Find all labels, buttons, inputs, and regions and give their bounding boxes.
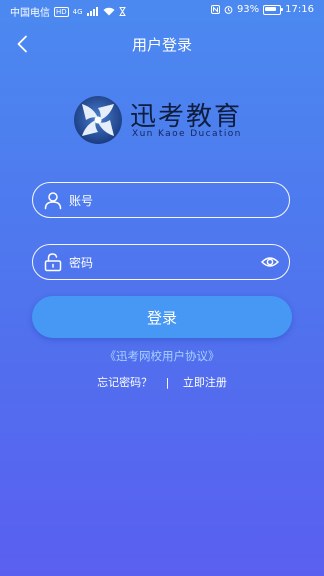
battery-icon [263,4,284,15]
account-field[interactable] [32,182,290,218]
lock-icon [44,253,62,272]
wifi-icon [103,7,115,16]
eye-icon[interactable] [261,254,279,270]
login-button[interactable]: 登录 [32,296,292,338]
status-left: 中国电信 HD 4G [10,4,126,19]
nfc-icon [210,5,220,14]
password-input[interactable] [67,251,261,275]
carrier-label: 中国电信 [10,8,50,19]
alarm-icon [224,6,233,14]
user-agreement-link[interactable]: 《迅考网校用户协议》 [0,348,324,364]
register-link[interactable]: 立即注册 [183,374,227,390]
brand-subtitle: Xun Kaoe Ducation [132,129,242,139]
user-icon [44,192,62,210]
signal-icon [86,7,98,16]
nav-bar: 用户登录 [0,24,324,64]
clock: 17:16 [285,4,314,15]
password-field[interactable] [32,244,290,280]
status-right: 93% 17:16 [210,4,314,15]
brand-name: 迅考教育 [130,102,243,132]
status-bar: 中国电信 HD 4G 93% 17:16 [0,0,324,22]
battery-percent: 93% [236,4,260,15]
brand-logo: 迅考教育 Xun Kaoe Ducation [72,94,262,146]
network-label: 4G [72,7,83,16]
account-input[interactable] [67,189,261,213]
logo-icon [74,96,122,144]
forgot-password-link[interactable]: 忘记密码？ [97,374,152,390]
page-title: 用户登录 [131,36,192,54]
hourglass-icon [119,7,126,16]
hd-badge: HD [54,6,69,17]
links-separator: | [165,376,170,389]
account-links: 忘记密码？ | 立即注册 [0,374,324,390]
